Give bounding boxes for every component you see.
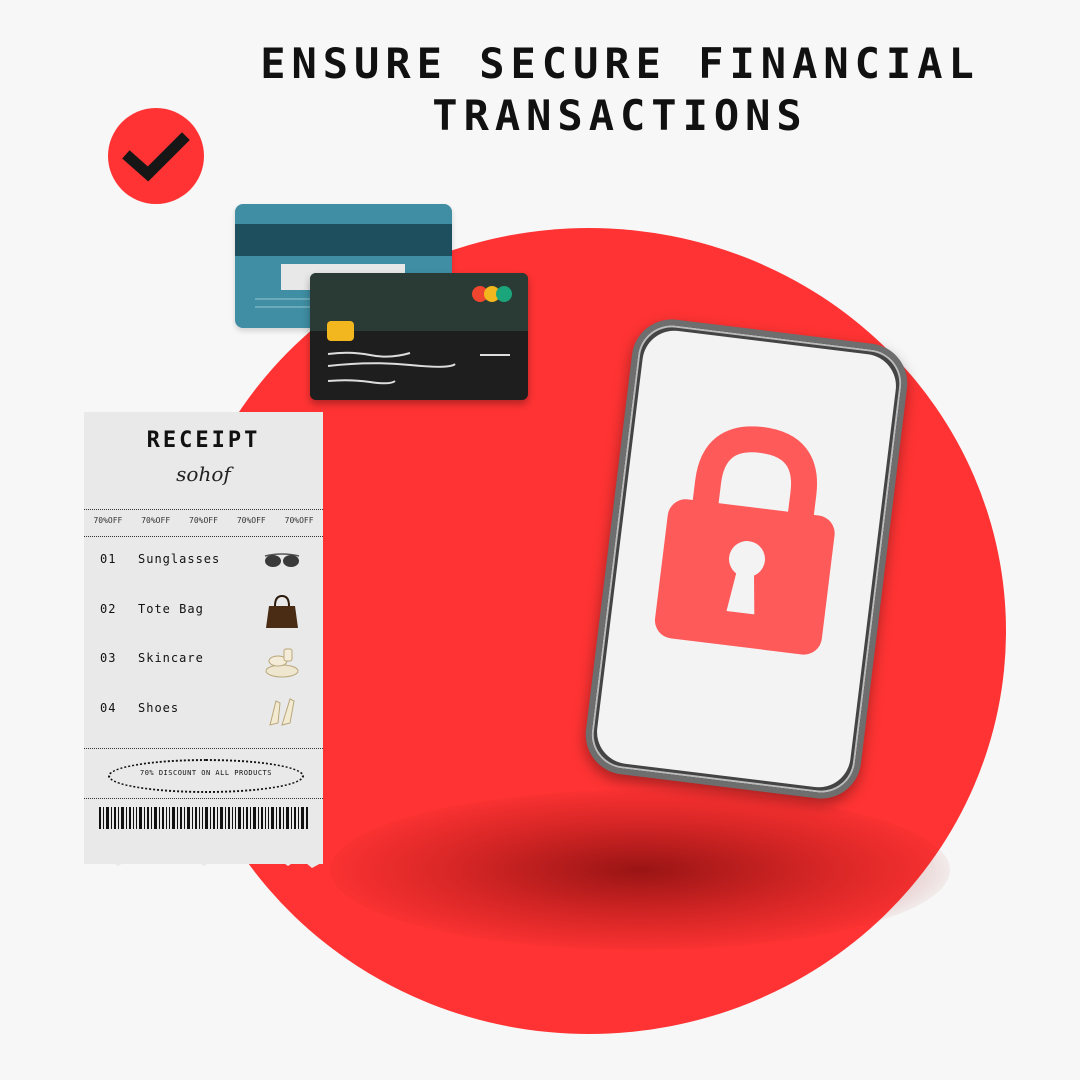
item-name: Skincare xyxy=(138,651,204,665)
receipt-divider xyxy=(84,748,323,749)
receipt-divider xyxy=(84,798,323,799)
sunglasses-icon xyxy=(264,553,300,567)
list-item: 02 Tote Bag xyxy=(98,594,308,628)
skincare-icon xyxy=(265,648,299,678)
card-number-scribble xyxy=(327,351,510,385)
list-item: 04 Shoes xyxy=(98,693,308,726)
item-number: 03 xyxy=(100,651,117,665)
padlock-icon xyxy=(654,426,835,655)
tote-bag-icon xyxy=(266,594,298,628)
item-name: Tote Bag xyxy=(138,602,204,616)
discount-tag: 70%OFF xyxy=(236,516,266,525)
discount-tag: 70%OFF xyxy=(141,516,171,525)
credit-card-front xyxy=(310,273,528,400)
discount-tag: 70%OFF xyxy=(189,516,218,525)
item-number: 01 xyxy=(100,552,117,566)
receipt-torn-edge xyxy=(84,840,323,868)
receipt-brand: sohof xyxy=(176,462,231,486)
item-number: 04 xyxy=(100,701,117,715)
item-number: 02 xyxy=(100,602,117,616)
checkmark-icon xyxy=(122,132,190,182)
list-item: 03 Skincare xyxy=(98,643,308,678)
discount-tags: 70%OFF 70%OFF 70%OFF 70%OFF 70%OFF xyxy=(84,516,323,525)
receipt-title: RECEIPT xyxy=(146,428,261,453)
headline: ENSURE SECURE FINANCIAL TRANSACTIONS xyxy=(230,38,1010,142)
shoes-icon xyxy=(269,698,295,726)
receipt-divider xyxy=(84,536,323,537)
headline-line-2: TRANSACTIONS xyxy=(432,91,808,140)
discount-pill: 70% DISCOUNT ON ALL PRODUCTS xyxy=(108,759,304,793)
list-item: 01 Sunglasses xyxy=(98,544,308,574)
receipt: RECEIPT sohof 70%OFF 70%OFF 70%OFF 70%OF… xyxy=(84,412,323,864)
discount-note: 70% DISCOUNT ON ALL PRODUCTS xyxy=(139,769,272,777)
item-name: Shoes xyxy=(138,701,180,715)
phone-shadow xyxy=(330,790,950,950)
magnetic-stripe xyxy=(235,224,452,256)
phone-screen xyxy=(593,327,900,791)
receipt-divider xyxy=(84,509,323,510)
headline-line-1: ENSURE SECURE FINANCIAL xyxy=(260,39,980,88)
poster: ENSURE SECURE FINANCIAL TRANSACTIONS REC… xyxy=(0,0,1080,1080)
barcode xyxy=(99,807,308,829)
item-name: Sunglasses xyxy=(138,552,221,566)
smartphone xyxy=(581,314,912,804)
check-badge xyxy=(108,108,204,204)
discount-tag: 70%OFF xyxy=(284,516,314,525)
discount-tag: 70%OFF xyxy=(93,516,123,525)
